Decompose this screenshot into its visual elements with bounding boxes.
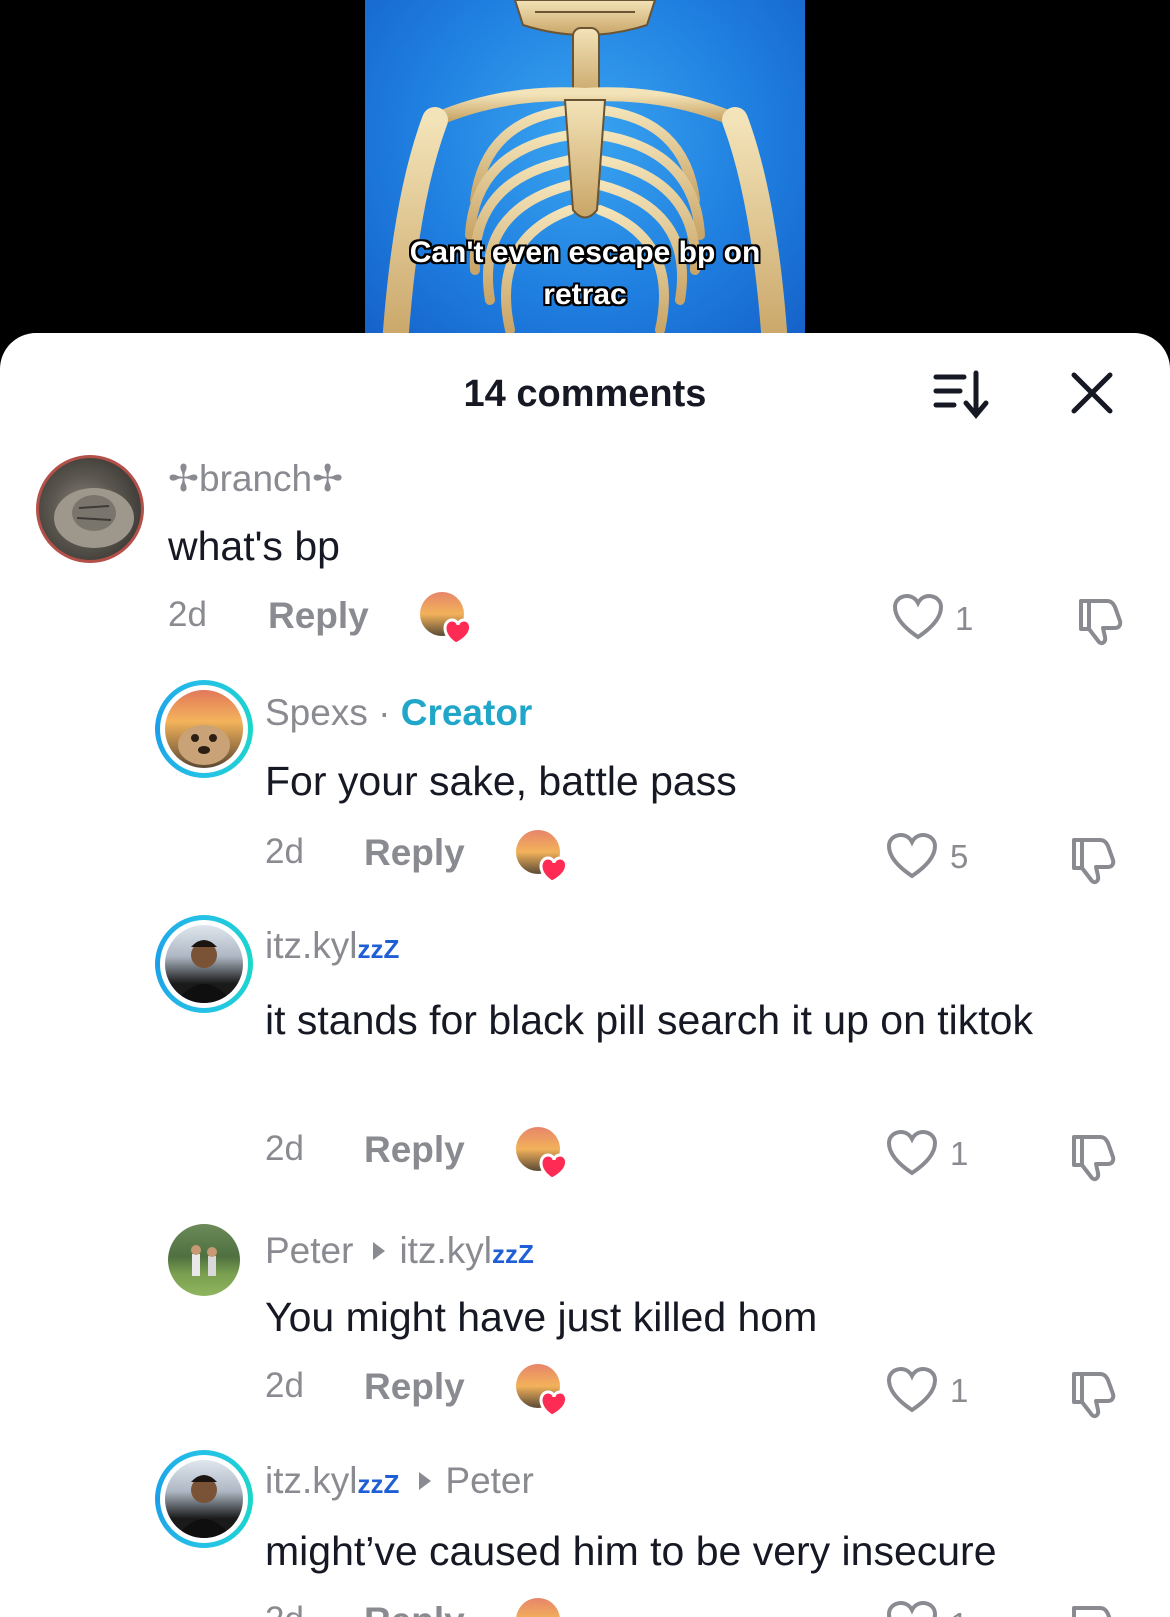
comment-time: 2d bbox=[265, 1600, 304, 1617]
heart-outline-icon[interactable] bbox=[886, 1366, 938, 1414]
person-avatar-image bbox=[175, 1475, 233, 1538]
like-count: 1 bbox=[950, 1606, 968, 1617]
reply-to-name[interactable]: Peter bbox=[445, 1460, 533, 1501]
creator-liked-heart-icon bbox=[516, 1127, 568, 1181]
creator-badge: Creator bbox=[400, 692, 533, 733]
close-button[interactable] bbox=[1066, 367, 1118, 419]
avatar[interactable] bbox=[155, 680, 253, 778]
avatar[interactable] bbox=[36, 455, 144, 563]
comment-time: 2d bbox=[265, 1366, 304, 1405]
reply-button[interactable]: Reply bbox=[364, 832, 465, 874]
comments-count-title: 14 comments bbox=[463, 373, 707, 415]
comment-reply-item: itz.kylzzZ Peter might’ve caused him to b… bbox=[0, 1450, 1170, 1617]
comment-reply-item: Peter itz.kylzzZ You might have just kill… bbox=[0, 1222, 1170, 1432]
creator-liked-heart-icon bbox=[516, 1598, 560, 1617]
field-avatar-image bbox=[191, 1245, 217, 1276]
like-count: 1 bbox=[950, 1372, 969, 1409]
author-zz: zzZ bbox=[357, 1469, 400, 1499]
comment-time: 2d bbox=[265, 1129, 304, 1168]
reply-button[interactable]: Reply bbox=[268, 595, 369, 637]
sort-button[interactable] bbox=[930, 367, 992, 423]
comment-text: it stands for black pill search it up on… bbox=[265, 997, 1033, 1043]
sort-icon bbox=[933, 370, 989, 419]
comment-text: what's bp bbox=[168, 523, 340, 569]
like-count: 1 bbox=[950, 1135, 969, 1172]
video-thumbnail[interactable]: Can't even escape bp on retrac bbox=[365, 0, 805, 345]
heart-outline-icon[interactable] bbox=[892, 593, 944, 641]
creator-liked-heart-icon bbox=[516, 1364, 568, 1418]
creator-liked-heart-icon bbox=[516, 830, 568, 884]
comment-text: For your sake, battle pass bbox=[265, 758, 737, 804]
comment-author[interactable]: itz.kylzzZ Peter bbox=[265, 1460, 534, 1502]
dog-avatar-image bbox=[178, 725, 230, 765]
reply-button[interactable]: Reply bbox=[364, 1600, 465, 1617]
video-player[interactable]: Can't even escape bp on retrac bbox=[0, 0, 1170, 345]
person-avatar-image bbox=[175, 940, 233, 1003]
like-count: 5 bbox=[950, 838, 969, 875]
comment-reply-item: Spexs · Creator For your sake, battle pa… bbox=[0, 680, 1170, 900]
avatar[interactable] bbox=[168, 1224, 240, 1296]
reply-button[interactable]: Reply bbox=[364, 1366, 465, 1408]
reply-button[interactable]: Reply bbox=[364, 1129, 465, 1171]
heart-outline-icon[interactable] bbox=[886, 1129, 938, 1177]
thumbs-down-icon[interactable] bbox=[1066, 1602, 1118, 1617]
comments-header: 14 comments bbox=[0, 333, 1170, 453]
thumbs-down-icon[interactable] bbox=[1066, 1131, 1118, 1183]
comment-text: might’ve caused him to be very insecure bbox=[265, 1528, 997, 1574]
thumbs-down-icon[interactable] bbox=[1073, 595, 1125, 647]
comment-time: 2d bbox=[265, 832, 304, 871]
video-caption: Can't even escape bp on retrac bbox=[409, 236, 761, 311]
comment-author[interactable]: ✢branch✢ bbox=[168, 457, 343, 500]
comment-reply-item: itz.kylzzZ it stands for black pill sear… bbox=[0, 915, 1170, 1195]
comment-item: ✢branch✢ what's bp 2d Reply 1 bbox=[0, 455, 1170, 655]
close-icon bbox=[1071, 372, 1113, 414]
author-name[interactable]: itz.kyl bbox=[265, 1460, 358, 1501]
comment-author[interactable]: Spexs · Creator bbox=[265, 692, 532, 734]
thumbs-down-icon[interactable] bbox=[1066, 834, 1118, 886]
avatar[interactable] bbox=[155, 1450, 253, 1548]
reply-to-zz: zzZ bbox=[491, 1239, 534, 1269]
thumbs-down-icon[interactable] bbox=[1066, 1368, 1118, 1420]
comment-author[interactable]: itz.kylzzZ bbox=[265, 925, 399, 967]
comment-time: 2d bbox=[168, 595, 207, 634]
author-separator: · bbox=[367, 692, 401, 733]
author-name[interactable]: Spexs bbox=[265, 692, 368, 733]
avatar[interactable] bbox=[155, 915, 253, 1013]
reply-to-arrow-icon bbox=[419, 1472, 432, 1491]
reply-to-name[interactable]: itz.kyl bbox=[399, 1230, 492, 1271]
heart-outline-icon[interactable] bbox=[886, 832, 938, 880]
author-name[interactable]: Peter bbox=[265, 1230, 353, 1271]
comment-text: You might have just killed hom bbox=[265, 1294, 818, 1340]
heart-outline-icon[interactable] bbox=[886, 1600, 938, 1617]
author-name[interactable]: itz.kyl bbox=[265, 925, 358, 966]
like-count: 1 bbox=[955, 600, 974, 637]
creator-liked-heart-icon bbox=[420, 592, 472, 646]
comment-author[interactable]: Peter itz.kylzzZ bbox=[265, 1230, 534, 1272]
reply-to-arrow-icon bbox=[373, 1242, 386, 1261]
cat-avatar-image bbox=[54, 488, 134, 548]
author-zz: zzZ bbox=[357, 934, 400, 964]
